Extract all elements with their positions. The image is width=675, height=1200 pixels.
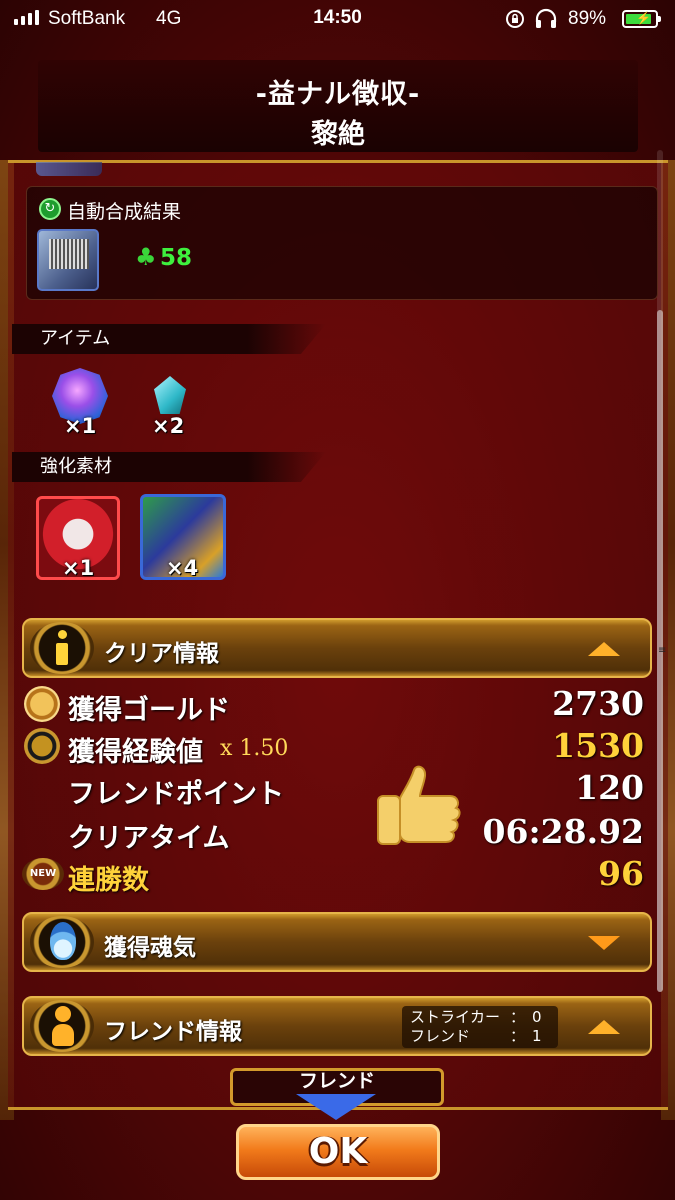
streak-value: 96	[598, 854, 644, 893]
clear-time-label: クリアタイム	[68, 823, 230, 854]
quest-title: -益ナル徴収-	[255, 79, 421, 110]
battery-icon: ⚡	[622, 10, 661, 28]
clear-info-label: クリア情報	[104, 641, 219, 667]
friend-point-value: 120	[575, 768, 644, 807]
friend-separator: ：	[510, 1027, 526, 1045]
collapse-arrow-icon[interactable]	[588, 642, 620, 656]
items-section-header: アイテム	[12, 324, 326, 354]
stat-row-clear-time: クリアタイム 06:28.92	[22, 812, 644, 854]
auto-synthesis-monster-thumb[interactable]	[37, 229, 99, 291]
friend-point-label: フレンドポイント	[68, 779, 284, 810]
striker-label: ストライカー	[410, 1008, 501, 1026]
soul-info-bar[interactable]: 獲得魂気	[22, 912, 652, 972]
gold-value: 2730	[552, 684, 644, 723]
rotation-lock-icon	[506, 10, 524, 28]
headphone-icon	[535, 8, 557, 28]
new-badge: NEW	[22, 858, 64, 890]
quest-difficulty: 黎絶	[311, 119, 365, 150]
info-icon	[30, 622, 94, 674]
material-2-count: ×4	[166, 556, 199, 580]
stat-row-gold: 獲得ゴールド 2730	[22, 684, 644, 726]
clipped-previous-row	[36, 162, 102, 176]
materials-section-header: 強化素材	[12, 452, 326, 482]
friend-count-label: フレンド	[410, 1027, 471, 1045]
battery-percent: 89%	[568, 8, 607, 29]
auto-synthesis-label: 自動合成結果	[67, 201, 182, 223]
friend-icon	[30, 1000, 94, 1052]
clover-icon: ♣	[135, 243, 157, 271]
status-bar: SoftBank 4G 14:50 89% ⚡	[0, 0, 675, 38]
friend-info-label: フレンド情報	[104, 1019, 242, 1045]
crystal-count: ×2	[152, 414, 185, 438]
streak-label: 連勝数	[68, 865, 149, 896]
collapse-arrow-icon[interactable]	[588, 1020, 620, 1034]
auto-synthesis-icon: ↻	[39, 198, 61, 220]
exp-medal-icon	[24, 728, 60, 764]
gold-coin-icon	[24, 686, 60, 722]
stat-row-exp: 獲得経験値 x 1.50 1530	[22, 726, 644, 768]
scroll-down-arrow-icon[interactable]	[296, 1094, 376, 1120]
exp-label: 獲得経験値	[68, 737, 203, 768]
stat-row-streak: NEW 連勝数 96	[22, 854, 644, 896]
exp-multiplier: x 1.50	[220, 736, 289, 761]
striker-separator: ：	[510, 1008, 526, 1026]
stat-row-friend-point: フレンドポイント 120	[22, 768, 644, 810]
auto-synthesis-box: ↻ 自動合成結果 ♣ 58	[26, 186, 658, 300]
soul-icon	[30, 916, 94, 968]
battery-level: ⚡	[626, 11, 651, 25]
clear-time-value: 06:28.92	[482, 812, 644, 851]
thumbs-up-icon	[377, 765, 461, 845]
soul-info-label: 獲得魂気	[104, 935, 196, 961]
auto-synthesis-count: 58	[160, 245, 193, 271]
friend-info-bar[interactable]: フレンド情報 ストライカー ： 0 フレンド ： 1	[22, 996, 652, 1056]
gold-label: 獲得ゴールド	[68, 695, 230, 726]
exp-value: 1530	[552, 726, 644, 765]
scroll-grip-icon: ≡	[658, 645, 667, 656]
quest-header: -益ナル徴収- 黎絶	[38, 60, 638, 152]
friend-counts-box: ストライカー ： 0 フレンド ： 1	[402, 1006, 558, 1048]
expand-arrow-icon[interactable]	[588, 936, 620, 950]
striker-value: 0	[532, 1008, 542, 1026]
clear-info-bar[interactable]: クリア情報	[22, 618, 652, 678]
friend-count-value: 1	[532, 1027, 542, 1045]
orb-count: ×1	[64, 414, 97, 438]
material-1-count: ×1	[62, 556, 95, 580]
ok-button[interactable]: OK	[236, 1124, 440, 1180]
